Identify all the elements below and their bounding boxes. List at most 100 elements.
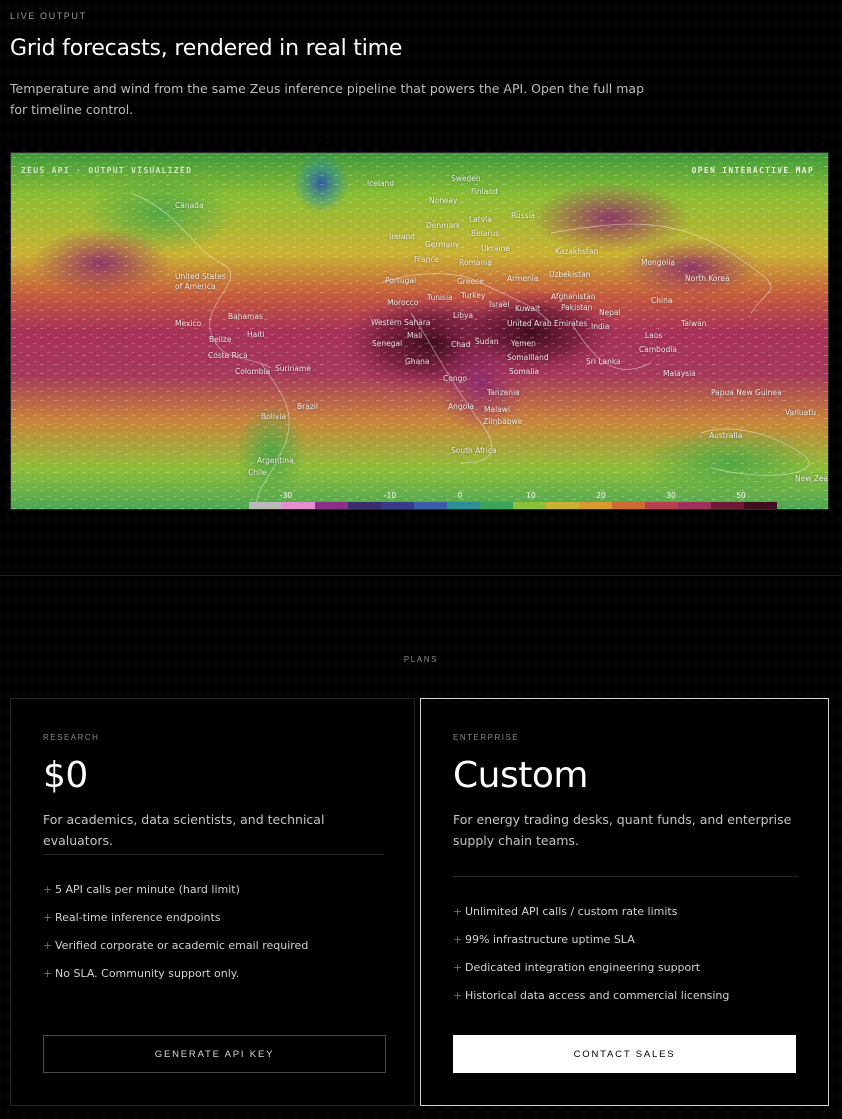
section-description: Temperature and wind from the same Zeus … (10, 81, 645, 117)
country-label: Pakistan (561, 303, 593, 312)
country-label: Zimbabwe (483, 417, 523, 426)
feature-text: Verified corporate or academic email req… (55, 938, 309, 952)
scale-swatch (645, 502, 678, 509)
research-plan-card: RESEARCH $0 For academics, data scientis… (10, 698, 415, 1106)
feature-text: 99% infrastructure uptime SLA (465, 932, 635, 946)
plan-tier: ENTERPRISE (453, 733, 520, 742)
map-caption: ZEUS API · OUTPUT VISUALIZED (21, 166, 193, 175)
scale-swatch (579, 502, 612, 509)
country-label: Haiti (247, 330, 265, 339)
country-label: Congo (443, 374, 467, 383)
generate-api-key-button[interactable]: GENERATE API KEY (43, 1035, 386, 1073)
country-label: Iceland (367, 179, 395, 188)
scale-swatch (249, 502, 282, 509)
country-label: China (651, 296, 673, 305)
country-label: Suriname (275, 364, 311, 373)
country-label: Malaysia (663, 369, 696, 378)
country-label: United Arab Emirates (507, 319, 588, 328)
scale-swatch (447, 502, 480, 509)
scale-swatch (282, 502, 315, 509)
country-label: Sri Lanka (586, 357, 621, 366)
country-label: France (414, 255, 439, 264)
country-label: Argentina (257, 456, 294, 465)
country-label: Romania (459, 258, 492, 267)
country-label: India (591, 322, 610, 331)
feature-item: + Real-time inference endpoints (43, 903, 384, 931)
scale-swatch (480, 502, 513, 509)
country-label: Libya (453, 311, 474, 320)
plus-icon: + (43, 882, 53, 896)
section-title: Grid forecasts, rendered in real time (10, 36, 403, 61)
country-label: North Korea (685, 274, 730, 283)
scale-label: 50 (736, 491, 746, 500)
scale-swatch (315, 502, 348, 509)
plus-icon: + (453, 988, 463, 1002)
scale-swatch (612, 502, 645, 509)
scale-swatch (381, 502, 414, 509)
country-label: Nepal (599, 308, 621, 317)
plan-features: +5 API calls per minute (hard limit) + Re… (43, 875, 384, 987)
country-label: Belarus (471, 229, 500, 238)
scale-swatch (711, 502, 744, 509)
country-label: Western Sahara (371, 318, 431, 327)
country-label: Bahamas (228, 312, 263, 321)
feature-text: No SLA. Community support only. (55, 966, 240, 980)
plan-description: For energy trading desks, quant funds, a… (453, 812, 792, 848)
country-label: Costa Rica (208, 351, 248, 360)
country-label: Senegal (372, 339, 403, 348)
plus-icon: + (453, 904, 463, 918)
plan-tier: RESEARCH (43, 733, 100, 742)
country-label: Tunisia (427, 293, 453, 302)
temperature-color-scale: -30 -10 0 10 20 30 50 (249, 490, 777, 509)
country-label: Mongolia (641, 258, 675, 267)
country-label: Colombia (235, 367, 271, 376)
country-label: Denmark (426, 221, 461, 230)
scale-label: 10 (526, 491, 536, 500)
country-label: Chile (248, 468, 267, 477)
country-label: Latvia (469, 215, 492, 224)
enterprise-plan-card: ENTERPRISE Custom For energy trading des… (420, 698, 829, 1106)
country-label: Turkey (461, 291, 486, 300)
country-label: Armenia (507, 274, 539, 283)
country-label: Somaliland (507, 353, 549, 362)
country-label: Belize (209, 335, 232, 344)
country-label: Tanzania (487, 388, 520, 397)
country-label: Kuwait (515, 304, 541, 313)
feature-item: +99% infrastructure uptime SLA (453, 925, 798, 953)
country-label: Mali (407, 331, 423, 340)
country-label: Norway (429, 196, 458, 205)
country-label: Papua New Guinea (711, 388, 782, 397)
feature-item: + No SLA. Community support only. (43, 959, 384, 987)
country-label: New Zealand (795, 474, 829, 483)
feature-item: + Dedicated integration engineering suppo… (453, 953, 798, 981)
plan-divider (453, 876, 798, 877)
country-label: Malawi (484, 405, 510, 414)
scale-swatch (513, 502, 546, 509)
country-label: Ireland (389, 232, 415, 241)
scale-swatch (678, 502, 711, 509)
country-label: Mexico (175, 319, 202, 328)
country-label: Morocco (387, 298, 419, 307)
feature-item: +5 API calls per minute (hard limit) (43, 875, 384, 903)
section-eyebrow: LIVE OUTPUT (10, 11, 87, 21)
country-label: Brazil (297, 402, 318, 411)
country-label: Sudan (475, 337, 499, 346)
weather-map[interactable]: ZEUS API · OUTPUT VISUALIZED OPEN INTERA… (10, 152, 829, 510)
plus-icon: + (453, 932, 463, 946)
plus-icon: + (43, 938, 53, 952)
country-label: Bolivia (261, 412, 287, 421)
country-label: Chad (451, 340, 471, 349)
contact-sales-button[interactable]: CONTACT SALES (453, 1035, 796, 1073)
feature-text: Unlimited API calls / custom rate limits (465, 904, 678, 918)
country-label: Canada (175, 201, 204, 210)
country-label: Israel (489, 300, 510, 309)
scale-swatch (414, 502, 447, 509)
feature-text: Dedicated integration engineering suppor… (465, 960, 701, 974)
country-label: Yemen (511, 339, 536, 348)
open-interactive-map-link[interactable]: OPEN INTERACTIVE MAP (692, 166, 814, 175)
country-label: Ghana (405, 357, 430, 366)
country-label: Russia (511, 211, 536, 220)
plans-label: PLANS (403, 655, 439, 664)
scale-swatch (546, 502, 579, 509)
country-label: Greece (457, 277, 484, 286)
